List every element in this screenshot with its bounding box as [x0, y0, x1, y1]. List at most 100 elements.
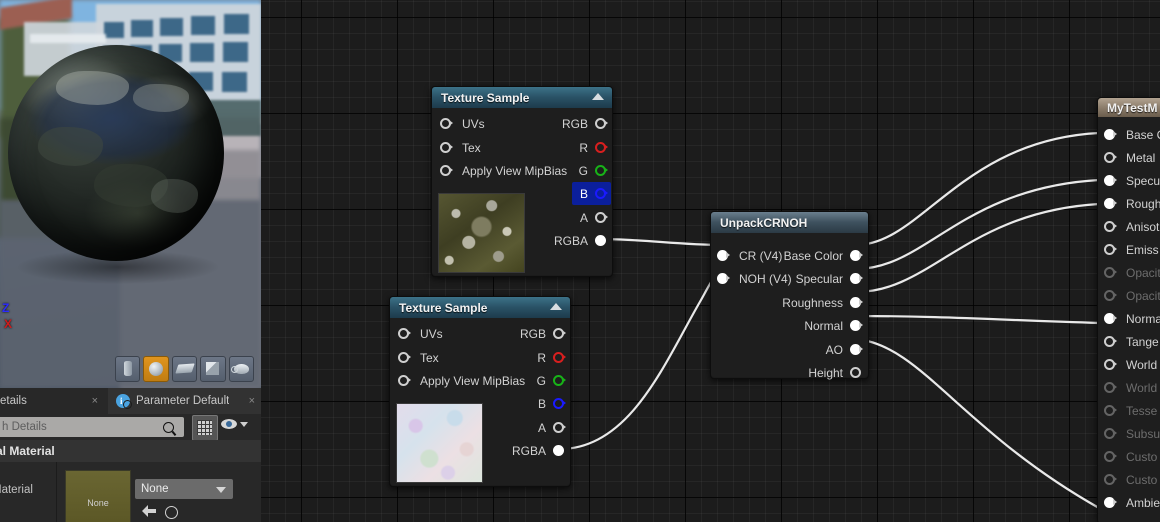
details-section-header[interactable]: ical Material	[0, 440, 261, 462]
output-pin-a[interactable]	[595, 211, 608, 224]
pin-row-ambient-occlusion[interactable]: Ambie	[1098, 491, 1160, 514]
pin-row-normal[interactable]: Norma	[1098, 307, 1160, 330]
pin-row-cr-v4[interactable]: CR (V4)	[717, 244, 782, 267]
output-pin-a[interactable]	[553, 421, 566, 434]
preview-mesh-cylinder-button[interactable]	[115, 355, 141, 382]
input-pin-world-displacement[interactable]	[1104, 381, 1117, 394]
output-pin-rgb[interactable]	[553, 327, 566, 340]
pin-row-custom-data-0[interactable]: Custo	[1098, 445, 1160, 468]
output-pin-base-color[interactable]	[850, 249, 863, 262]
pin-row-roughness[interactable]: Rough	[1098, 192, 1160, 215]
material-preview-viewport[interactable]: Z X	[0, 0, 261, 388]
pin-row-base-color[interactable]: Base Color	[784, 244, 863, 267]
pin-row-world-position-offset[interactable]: World	[1098, 353, 1160, 376]
pin-row-g[interactable]: G	[537, 369, 566, 392]
output-pin-g[interactable]	[553, 374, 566, 387]
pin-row-apply-view-mipbias[interactable]: Apply View MipBias	[398, 369, 525, 392]
pin-row-subsurface-color[interactable]: Subsu	[1098, 422, 1160, 445]
input-pin-uvs[interactable]	[398, 327, 411, 340]
pin-row-world-displacement[interactable]: World	[1098, 376, 1160, 399]
search-input[interactable]: h Details	[0, 417, 184, 437]
input-pin-emissive[interactable]	[1104, 243, 1117, 256]
preview-mesh-sphere-button[interactable]	[143, 355, 169, 382]
output-pin-specular[interactable]	[850, 272, 863, 285]
input-pin-noh-v4[interactable]	[717, 272, 730, 285]
preview-mesh-plane-button[interactable]	[171, 355, 198, 382]
output-pin-rgb[interactable]	[595, 117, 608, 130]
input-pin-apply-view-mipbias[interactable]	[398, 374, 411, 387]
pin-row-rgba[interactable]: RGBA	[554, 229, 607, 252]
output-pin-rgba[interactable]	[595, 234, 607, 247]
tab-details-close-icon[interactable]: ×	[92, 395, 98, 407]
tab-parameter-defaults-close-icon[interactable]: ×	[249, 395, 255, 407]
pin-row-noh-v4[interactable]: NOH (V4)	[717, 267, 792, 290]
pin-row-tessellation[interactable]: Tesse	[1098, 399, 1160, 422]
visibility-options-button[interactable]	[221, 419, 248, 429]
pin-row-base-color[interactable]: Base C	[1098, 123, 1160, 146]
pin-row-tex[interactable]: Tex	[440, 136, 481, 159]
input-pin-anisotropy[interactable]	[1104, 220, 1117, 233]
input-pin-specular[interactable]	[1104, 174, 1117, 187]
input-pin-roughness[interactable]	[1104, 197, 1117, 210]
pin-row-b[interactable]: B	[538, 392, 566, 415]
asset-thumbnail[interactable]: None	[65, 470, 131, 522]
pin-row-tex[interactable]: Tex	[398, 346, 439, 369]
pin-row-specular[interactable]: Specular	[796, 267, 863, 290]
input-pin-apply-view-mipbias[interactable]	[440, 164, 453, 177]
pin-row-rgb[interactable]: RGB	[520, 322, 566, 345]
output-pin-g[interactable]	[595, 164, 608, 177]
input-pin-opacity-mask[interactable]	[1104, 289, 1117, 302]
browse-icon[interactable]	[165, 506, 178, 519]
output-pin-normal[interactable]	[850, 319, 863, 332]
pin-row-r[interactable]: R	[579, 136, 608, 159]
pin-row-apply-view-mipbias[interactable]: Apply View MipBias	[440, 159, 567, 182]
pin-row-b[interactable]: B	[571, 182, 611, 205]
pin-row-tangent[interactable]: Tange	[1098, 330, 1160, 353]
output-pin-rgba[interactable]	[553, 444, 565, 457]
pin-row-uvs[interactable]: UVs	[398, 322, 443, 345]
input-pin-opacity[interactable]	[1104, 266, 1117, 279]
node-material-output-header[interactable]: MyTestM	[1098, 98, 1160, 117]
preview-sphere-mesh[interactable]	[8, 45, 224, 261]
input-pin-tex[interactable]	[440, 141, 453, 154]
node-material-output[interactable]: MyTestM Base C Metal Specu Rough	[1097, 97, 1160, 522]
input-pin-tessellation[interactable]	[1104, 404, 1117, 417]
back-arrow-icon[interactable]	[142, 505, 156, 517]
pin-row-roughness[interactable]: Roughness	[782, 291, 863, 314]
input-pin-custom-data-0[interactable]	[1104, 450, 1117, 463]
pin-row-opacity[interactable]: Opacit	[1098, 261, 1160, 284]
output-pin-r[interactable]	[553, 351, 566, 364]
output-pin-r[interactable]	[595, 141, 608, 154]
grid-view-button[interactable]	[192, 415, 218, 441]
node-unpack-crnoh-header[interactable]: UnpackCRNOH	[711, 212, 868, 233]
pin-row-uvs[interactable]: UVs	[440, 112, 485, 135]
input-pin-ambient-occlusion[interactable]	[1104, 496, 1117, 509]
pin-row-anisotropy[interactable]: Anisot	[1098, 215, 1160, 238]
pin-row-specular[interactable]: Specu	[1098, 169, 1160, 192]
collapse-arrow-icon[interactable]	[550, 303, 562, 310]
pin-row-emissive[interactable]: Emiss	[1098, 238, 1160, 261]
input-pin-subsurface-color[interactable]	[1104, 427, 1117, 440]
input-pin-metallic[interactable]	[1104, 151, 1117, 164]
input-pin-tangent[interactable]	[1104, 335, 1117, 348]
output-pin-height[interactable]	[850, 366, 862, 379]
output-pin-b[interactable]	[553, 397, 566, 410]
asset-picker-dropdown[interactable]: None	[135, 479, 233, 499]
preview-mesh-cube-button[interactable]	[200, 355, 226, 382]
collapse-arrow-icon[interactable]	[592, 93, 604, 100]
input-pin-world-position-offset[interactable]	[1104, 358, 1117, 371]
node-unpack-crnoh[interactable]: UnpackCRNOH CR (V4) NOH (V4) Base Color …	[710, 211, 869, 380]
pin-row-a[interactable]: A	[580, 206, 608, 229]
output-pin-roughness[interactable]	[850, 296, 863, 309]
pin-row-height[interactable]: Height	[808, 361, 862, 384]
pin-row-custom-data-1[interactable]: Custo	[1098, 468, 1160, 491]
input-pin-base-color[interactable]	[1104, 128, 1117, 141]
input-pin-normal[interactable]	[1104, 312, 1117, 325]
tab-details[interactable]: etails ×	[0, 388, 108, 414]
pin-row-metallic[interactable]: Metal	[1098, 146, 1160, 169]
node-texture-sample-1[interactable]: Texture Sample UVs Tex Apply View MipBia…	[431, 86, 613, 277]
preview-mesh-teapot-button[interactable]	[228, 355, 255, 382]
input-pin-cr-v4[interactable]	[717, 249, 730, 262]
input-pin-uvs[interactable]	[440, 117, 453, 130]
node-texture-sample-2-header[interactable]: Texture Sample	[390, 297, 570, 318]
